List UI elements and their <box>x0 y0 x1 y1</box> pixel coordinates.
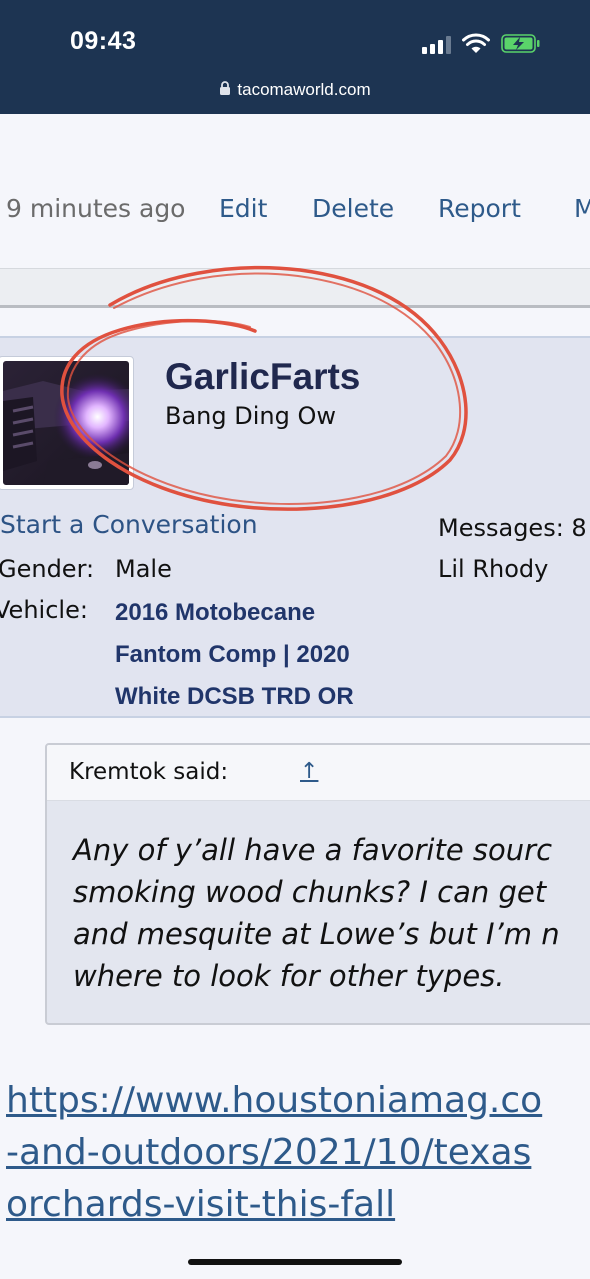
jump-to-quote-icon[interactable]: ↑ <box>300 759 318 784</box>
vehicle-line: 2016 Motobecane <box>115 599 316 626</box>
signal-icon <box>422 36 452 54</box>
user-info-block: GarlicFarts Bang Ding Ow Start a Convers… <box>0 336 590 718</box>
messages-label: Messages: <box>438 514 564 542</box>
avatar[interactable] <box>0 356 134 490</box>
vehicle-line: White DCSB TRD OR <box>115 683 354 710</box>
start-conversation-link[interactable]: Start a Conversation <box>0 510 258 539</box>
vehicle-line: Fantom Comp | 2020 <box>115 641 350 668</box>
status-bar: 09:43 tacomaworld.com <box>0 0 590 114</box>
quote-header: Kremtok said: ↑ <box>47 745 590 801</box>
vehicle-value: 2016 Motobecane Fantom Comp | 2020 White… <box>115 592 415 718</box>
home-indicator[interactable] <box>188 1259 402 1265</box>
address-bar[interactable]: tacomaworld.com <box>0 80 590 100</box>
link-line[interactable]: -and-outdoors/2021/10/texas <box>6 1127 542 1179</box>
more-link[interactable]: M <box>574 194 590 223</box>
gender-label: Gender: <box>0 555 95 583</box>
vehicle-label: Vehicle: <box>0 596 88 624</box>
screen: 09:43 tacomaworld.com 9 minutes ago Edit… <box>0 0 590 1279</box>
quote-line: smoking wood chunks? I can get <box>73 875 547 909</box>
link-line[interactable]: orchards-visit-this-fall <box>6 1179 542 1231</box>
lock-icon <box>220 81 231 95</box>
username[interactable]: GarlicFarts <box>165 356 360 398</box>
quote-block: Kremtok said: ↑ Any of y’all have a favo… <box>45 743 590 1025</box>
clock: 09:43 <box>70 27 137 55</box>
user-location: Lil Rhody <box>438 555 549 583</box>
wifi-icon <box>462 33 490 53</box>
delete-link[interactable]: Delete <box>312 194 394 223</box>
avatar-image <box>3 361 129 485</box>
divider-line <box>0 305 590 308</box>
post-divider <box>0 268 590 306</box>
post-time[interactable]: 9 minutes ago <box>6 194 185 223</box>
article-link[interactable]: https://www.houstoniamag.co -and-outdoor… <box>6 1075 542 1231</box>
report-link[interactable]: Report <box>438 194 521 223</box>
quote-line: Any of y’all have a favorite sourc <box>73 833 553 867</box>
messages-count: Messages: 8 <box>438 514 587 542</box>
quote-line: and mesquite at Lowe’s but I’m n <box>73 917 560 951</box>
user-title: Bang Ding Ow <box>165 402 336 430</box>
link-line[interactable]: https://www.houstoniamag.co <box>6 1075 542 1127</box>
quote-line: where to look for other types. <box>73 959 505 993</box>
quote-author: Kremtok said: <box>69 759 229 785</box>
battery-charging-icon <box>501 34 540 53</box>
gender-value: Male <box>115 555 172 583</box>
post-actions: 9 minutes ago Edit Delete Report M <box>0 114 590 268</box>
edit-link[interactable]: Edit <box>219 194 267 223</box>
url-text: tacomaworld.com <box>237 80 371 99</box>
quote-text: Any of y’all have a favorite sourc smoki… <box>73 829 590 997</box>
messages-value: 8 <box>571 514 587 542</box>
